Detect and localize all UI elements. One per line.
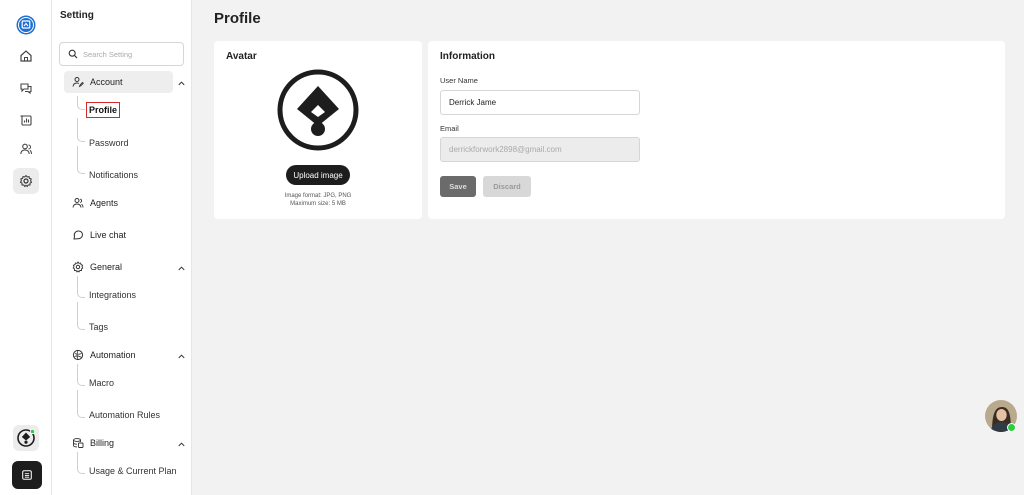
sidebar-title: Setting <box>60 10 94 21</box>
information-card: Information User Name Email Save Discard <box>428 41 1005 219</box>
email-label: Email <box>440 124 459 133</box>
sidebar-group-label: Billing <box>90 438 115 448</box>
sidebar-group-label: Account <box>90 77 123 87</box>
users-button[interactable] <box>13 136 39 162</box>
tree-connector <box>77 302 85 330</box>
sidebar-group-agents[interactable]: Agents <box>64 192 184 214</box>
user-edit-icon <box>71 75 85 89</box>
brand-button[interactable] <box>13 425 39 451</box>
gear-icon <box>71 260 85 274</box>
tree-connector <box>77 276 85 298</box>
sidebar-group-general[interactable]: General <box>64 256 184 278</box>
agents-icon <box>71 196 85 210</box>
page-title: Profile <box>214 10 261 27</box>
save-button[interactable]: Save <box>440 176 476 197</box>
home-button[interactable] <box>13 43 39 69</box>
billing-icon <box>71 436 85 450</box>
sidebar-item-password[interactable]: Password <box>89 138 129 148</box>
automation-icon <box>71 348 85 362</box>
users-icon <box>20 143 32 155</box>
home-icon <box>20 50 32 62</box>
menu-icon <box>22 470 32 480</box>
chevron-up-icon[interactable] <box>176 263 186 273</box>
app-logo-button[interactable] <box>13 12 39 38</box>
sidebar-item-integrations[interactable]: Integrations <box>89 290 136 300</box>
sidebar-item-profile[interactable]: Profile <box>86 102 121 118</box>
icon-rail <box>0 0 52 495</box>
reports-button[interactable] <box>13 107 39 133</box>
tree-connector <box>77 390 85 418</box>
search-box[interactable] <box>59 42 184 66</box>
online-status-dot <box>1007 423 1016 432</box>
sidebar-group-automation[interactable]: Automation <box>64 344 184 366</box>
sidebar-group-account[interactable]: Account <box>64 71 173 93</box>
sidebar-group-label: Agents <box>90 198 119 208</box>
settings-icon <box>19 174 33 188</box>
sidebar-group-label: Live chat <box>90 230 127 240</box>
chevron-up-icon[interactable] <box>176 439 186 449</box>
email-field <box>440 137 640 162</box>
live-chat-icon <box>71 228 85 242</box>
tree-connector <box>77 146 85 174</box>
settings-button[interactable] <box>13 168 39 194</box>
search-icon <box>68 49 78 59</box>
avatar-card-title: Avatar <box>226 51 257 62</box>
image-format-hint: Image format: JPG, PNG <box>284 193 352 199</box>
sidebar-item-usage-plan[interactable]: Usage & Current Plan <box>89 466 177 476</box>
image-size-hint: Maximum size: 5 MB <box>290 201 346 207</box>
username-label: User Name <box>440 76 478 85</box>
sidebar-group-live-chat[interactable]: Live chat <box>64 224 184 246</box>
tree-connector <box>77 96 85 110</box>
avatar-card: Avatar Upload image Image format: JPG, P… <box>214 41 422 219</box>
brand-icon <box>17 428 36 447</box>
chevron-up-icon[interactable] <box>176 351 186 361</box>
sidebar-group-billing[interactable]: Billing <box>64 432 184 454</box>
sidebar-item-macro[interactable]: Macro <box>89 378 114 388</box>
username-field[interactable] <box>440 90 640 115</box>
app-logo-icon <box>16 15 36 35</box>
tree-connector <box>77 452 85 474</box>
tree-connector <box>77 364 85 386</box>
chevron-up-icon[interactable] <box>176 78 186 88</box>
sidebar-item-automation-rules[interactable]: Automation Rules <box>89 410 160 420</box>
sidebar-group-label: Automation <box>90 350 136 360</box>
support-chat-avatar[interactable] <box>985 400 1017 432</box>
chat-button[interactable] <box>13 75 39 101</box>
sidebar-group-label: General <box>90 262 123 272</box>
chat-icon <box>20 83 32 95</box>
menu-button[interactable] <box>12 461 42 489</box>
discard-button[interactable]: Discard <box>483 176 531 197</box>
sidebar-item-tags[interactable]: Tags <box>89 322 108 332</box>
sidebar-item-notifications[interactable]: Notifications <box>89 170 138 180</box>
avatar-image <box>277 69 359 151</box>
information-card-title: Information <box>440 51 495 62</box>
search-input[interactable] <box>83 49 183 59</box>
report-icon <box>20 115 32 126</box>
tree-connector <box>77 118 85 142</box>
upload-image-button[interactable]: Upload image <box>286 165 350 185</box>
settings-sidebar: Setting Account Profile Password Notific… <box>52 0 192 495</box>
